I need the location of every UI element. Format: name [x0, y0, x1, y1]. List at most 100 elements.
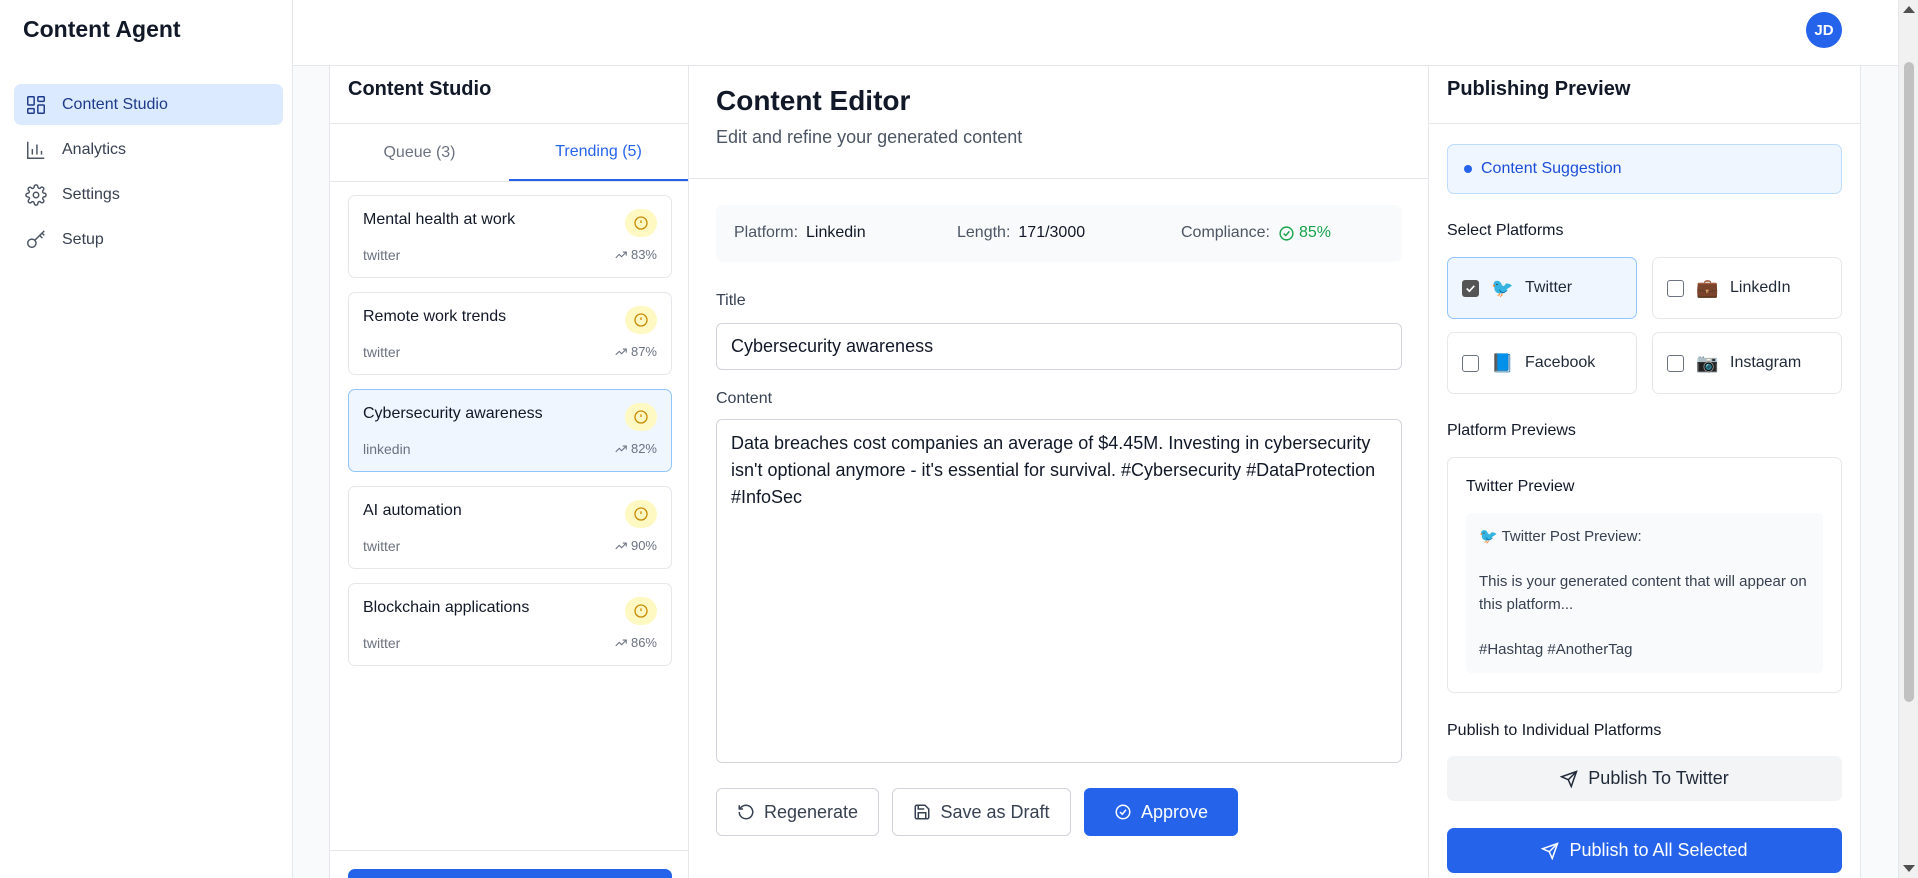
- checkbox-checked[interactable]: [1462, 279, 1479, 297]
- title-input[interactable]: [716, 323, 1402, 370]
- scroll-up-icon[interactable]: [1903, 6, 1915, 13]
- regenerate-button[interactable]: Regenerate: [716, 788, 879, 836]
- panel-title: Publishing Preview: [1447, 78, 1631, 100]
- topic-score-value: 82%: [630, 441, 657, 456]
- panel-title: Content Studio: [348, 78, 492, 100]
- sidebar-item-label: Content Studio: [62, 95, 168, 113]
- approve-button[interactable]: Approve: [1084, 788, 1238, 836]
- topic-title: AI automation: [363, 502, 462, 519]
- platform-option-instagram[interactable]: 📷 Instagram: [1652, 332, 1842, 394]
- title-label: Title: [716, 292, 746, 309]
- gear-icon: [24, 183, 48, 207]
- publish-all-label: Publish to All Selected: [1569, 840, 1748, 860]
- length-meta: Length: 171/3000: [957, 224, 1085, 242]
- twitter-preview-card: Twitter Preview 🐦 Twitter Post Preview: …: [1447, 457, 1842, 693]
- sidebar-nav: Content Studio Analytics Settings Setup: [14, 84, 283, 264]
- sidebar-item-label: Analytics: [62, 140, 127, 158]
- publish-twitter-button[interactable]: Publish To Twitter: [1447, 756, 1842, 801]
- content-editor-panel: Content Editor Edit and refine your gene…: [689, 66, 1429, 878]
- check-circle-icon: [1115, 804, 1131, 820]
- topic-platform: twitter: [363, 247, 401, 263]
- compliance-label: Compliance:: [1181, 224, 1270, 241]
- topic-score: 82%: [614, 441, 657, 456]
- app-title: Content Agent: [23, 16, 181, 42]
- topic-list: Mental health at work twitter 83% Remote…: [348, 195, 672, 680]
- topic-card[interactable]: AI automation twitter 90%: [348, 486, 672, 569]
- topic-score-value: 90%: [630, 538, 657, 553]
- sidebar-item-settings[interactable]: Settings: [14, 174, 283, 215]
- topic-card-selected[interactable]: Cybersecurity awareness linkedin 82%: [348, 389, 672, 472]
- suggestion-label: Content Suggestion: [1481, 160, 1622, 177]
- checkbox[interactable]: [1667, 279, 1684, 297]
- preview-heading: 🐦 Twitter Post Preview:: [1479, 528, 1642, 545]
- publish-all-button[interactable]: Publish to All Selected: [1447, 828, 1842, 873]
- trending-up-icon: [615, 542, 627, 549]
- briefcase-icon: 💼: [1696, 277, 1719, 299]
- scroll-down-icon[interactable]: [1903, 865, 1915, 872]
- dashboard-icon: [24, 93, 48, 117]
- sidebar-item-setup[interactable]: Setup: [14, 219, 283, 260]
- platform-label: Platform:: [734, 224, 799, 241]
- platform-name: Twitter: [1525, 279, 1573, 296]
- compliance-value: 85%: [1278, 224, 1331, 242]
- warning-icon: [625, 500, 657, 528]
- page-subtitle: Edit and refine your generated content: [716, 127, 1023, 147]
- sidebar-item-content-studio[interactable]: Content Studio: [14, 84, 283, 125]
- page-scrollbar[interactable]: [1898, 0, 1918, 878]
- length-value: 171/3000: [1018, 224, 1086, 241]
- save-draft-button[interactable]: Save as Draft: [892, 788, 1071, 836]
- avatar[interactable]: JD: [1806, 12, 1842, 48]
- trending-up-icon: [615, 639, 627, 646]
- divider: [330, 850, 688, 851]
- save-draft-label: Save as Draft: [940, 801, 1050, 822]
- save-icon: [914, 804, 930, 820]
- platform-meta: Platform: Linkedin: [734, 224, 866, 242]
- content-suggestion[interactable]: Content Suggestion: [1447, 144, 1842, 194]
- individual-platforms-label: Publish to Individual Platforms: [1447, 722, 1662, 739]
- topic-card[interactable]: Blockchain applications twitter 86%: [348, 583, 672, 666]
- checkbox[interactable]: [1667, 354, 1684, 372]
- divider: [689, 178, 1428, 179]
- tab-queue[interactable]: Queue (3): [330, 124, 509, 181]
- content-meta-bar: Platform: Linkedin Length: 171/3000 Comp…: [716, 205, 1402, 262]
- preview-title: Twitter Preview: [1466, 478, 1575, 495]
- platform-option-facebook[interactable]: 📘 Facebook: [1447, 332, 1637, 394]
- topic-card[interactable]: Remote work trends twitter 87%: [348, 292, 672, 375]
- topic-score-value: 87%: [630, 344, 657, 359]
- platform-option-linkedin[interactable]: 💼 LinkedIn: [1652, 257, 1842, 319]
- trending-up-icon: [615, 445, 627, 452]
- topic-score-value: 83%: [630, 247, 657, 262]
- topic-title: Blockchain applications: [363, 599, 530, 616]
- approve-label: Approve: [1140, 801, 1209, 822]
- platform-value: Linkedin: [806, 224, 866, 241]
- platform-option-twitter[interactable]: 🐦 Twitter: [1447, 257, 1637, 319]
- compliance-meta: Compliance: 85%: [1181, 224, 1331, 242]
- studio-footer-button[interactable]: [348, 869, 672, 878]
- topic-platform: twitter: [363, 344, 401, 360]
- tab-trending[interactable]: Trending (5): [509, 124, 688, 181]
- sidebar-item-analytics[interactable]: Analytics: [14, 129, 283, 170]
- warning-icon: [625, 597, 657, 625]
- topic-platform: twitter: [363, 538, 401, 554]
- compliance-score: 85%: [1298, 224, 1331, 241]
- trending-up-icon: [615, 348, 627, 355]
- content-studio-panel: Content Studio Queue (3) Trending (5) Me…: [329, 66, 689, 878]
- topic-score: 87%: [614, 344, 657, 359]
- scrollbar-thumb[interactable]: [1904, 62, 1914, 702]
- publishing-preview-panel: Publishing Preview Content Suggestion Se…: [1429, 66, 1861, 878]
- blue-book-icon: 📘: [1491, 352, 1514, 374]
- platform-name: LinkedIn: [1730, 279, 1791, 296]
- warning-icon: [625, 306, 657, 334]
- top-bar: JD: [293, 0, 1898, 66]
- topic-platform: linkedin: [363, 441, 411, 457]
- content-textarea[interactable]: Data breaches cost companies an average …: [716, 419, 1402, 763]
- bird-icon: 🐦: [1491, 277, 1514, 299]
- checkbox[interactable]: [1462, 354, 1479, 372]
- studio-tabs: Queue (3) Trending (5): [330, 124, 688, 182]
- platform-name: Instagram: [1730, 354, 1802, 371]
- topic-card[interactable]: Mental health at work twitter 83%: [348, 195, 672, 278]
- send-icon: [1541, 841, 1560, 860]
- topic-title: Remote work trends: [363, 308, 507, 325]
- publish-twitter-label: Publish To Twitter: [1588, 768, 1729, 788]
- refresh-icon: [738, 804, 754, 820]
